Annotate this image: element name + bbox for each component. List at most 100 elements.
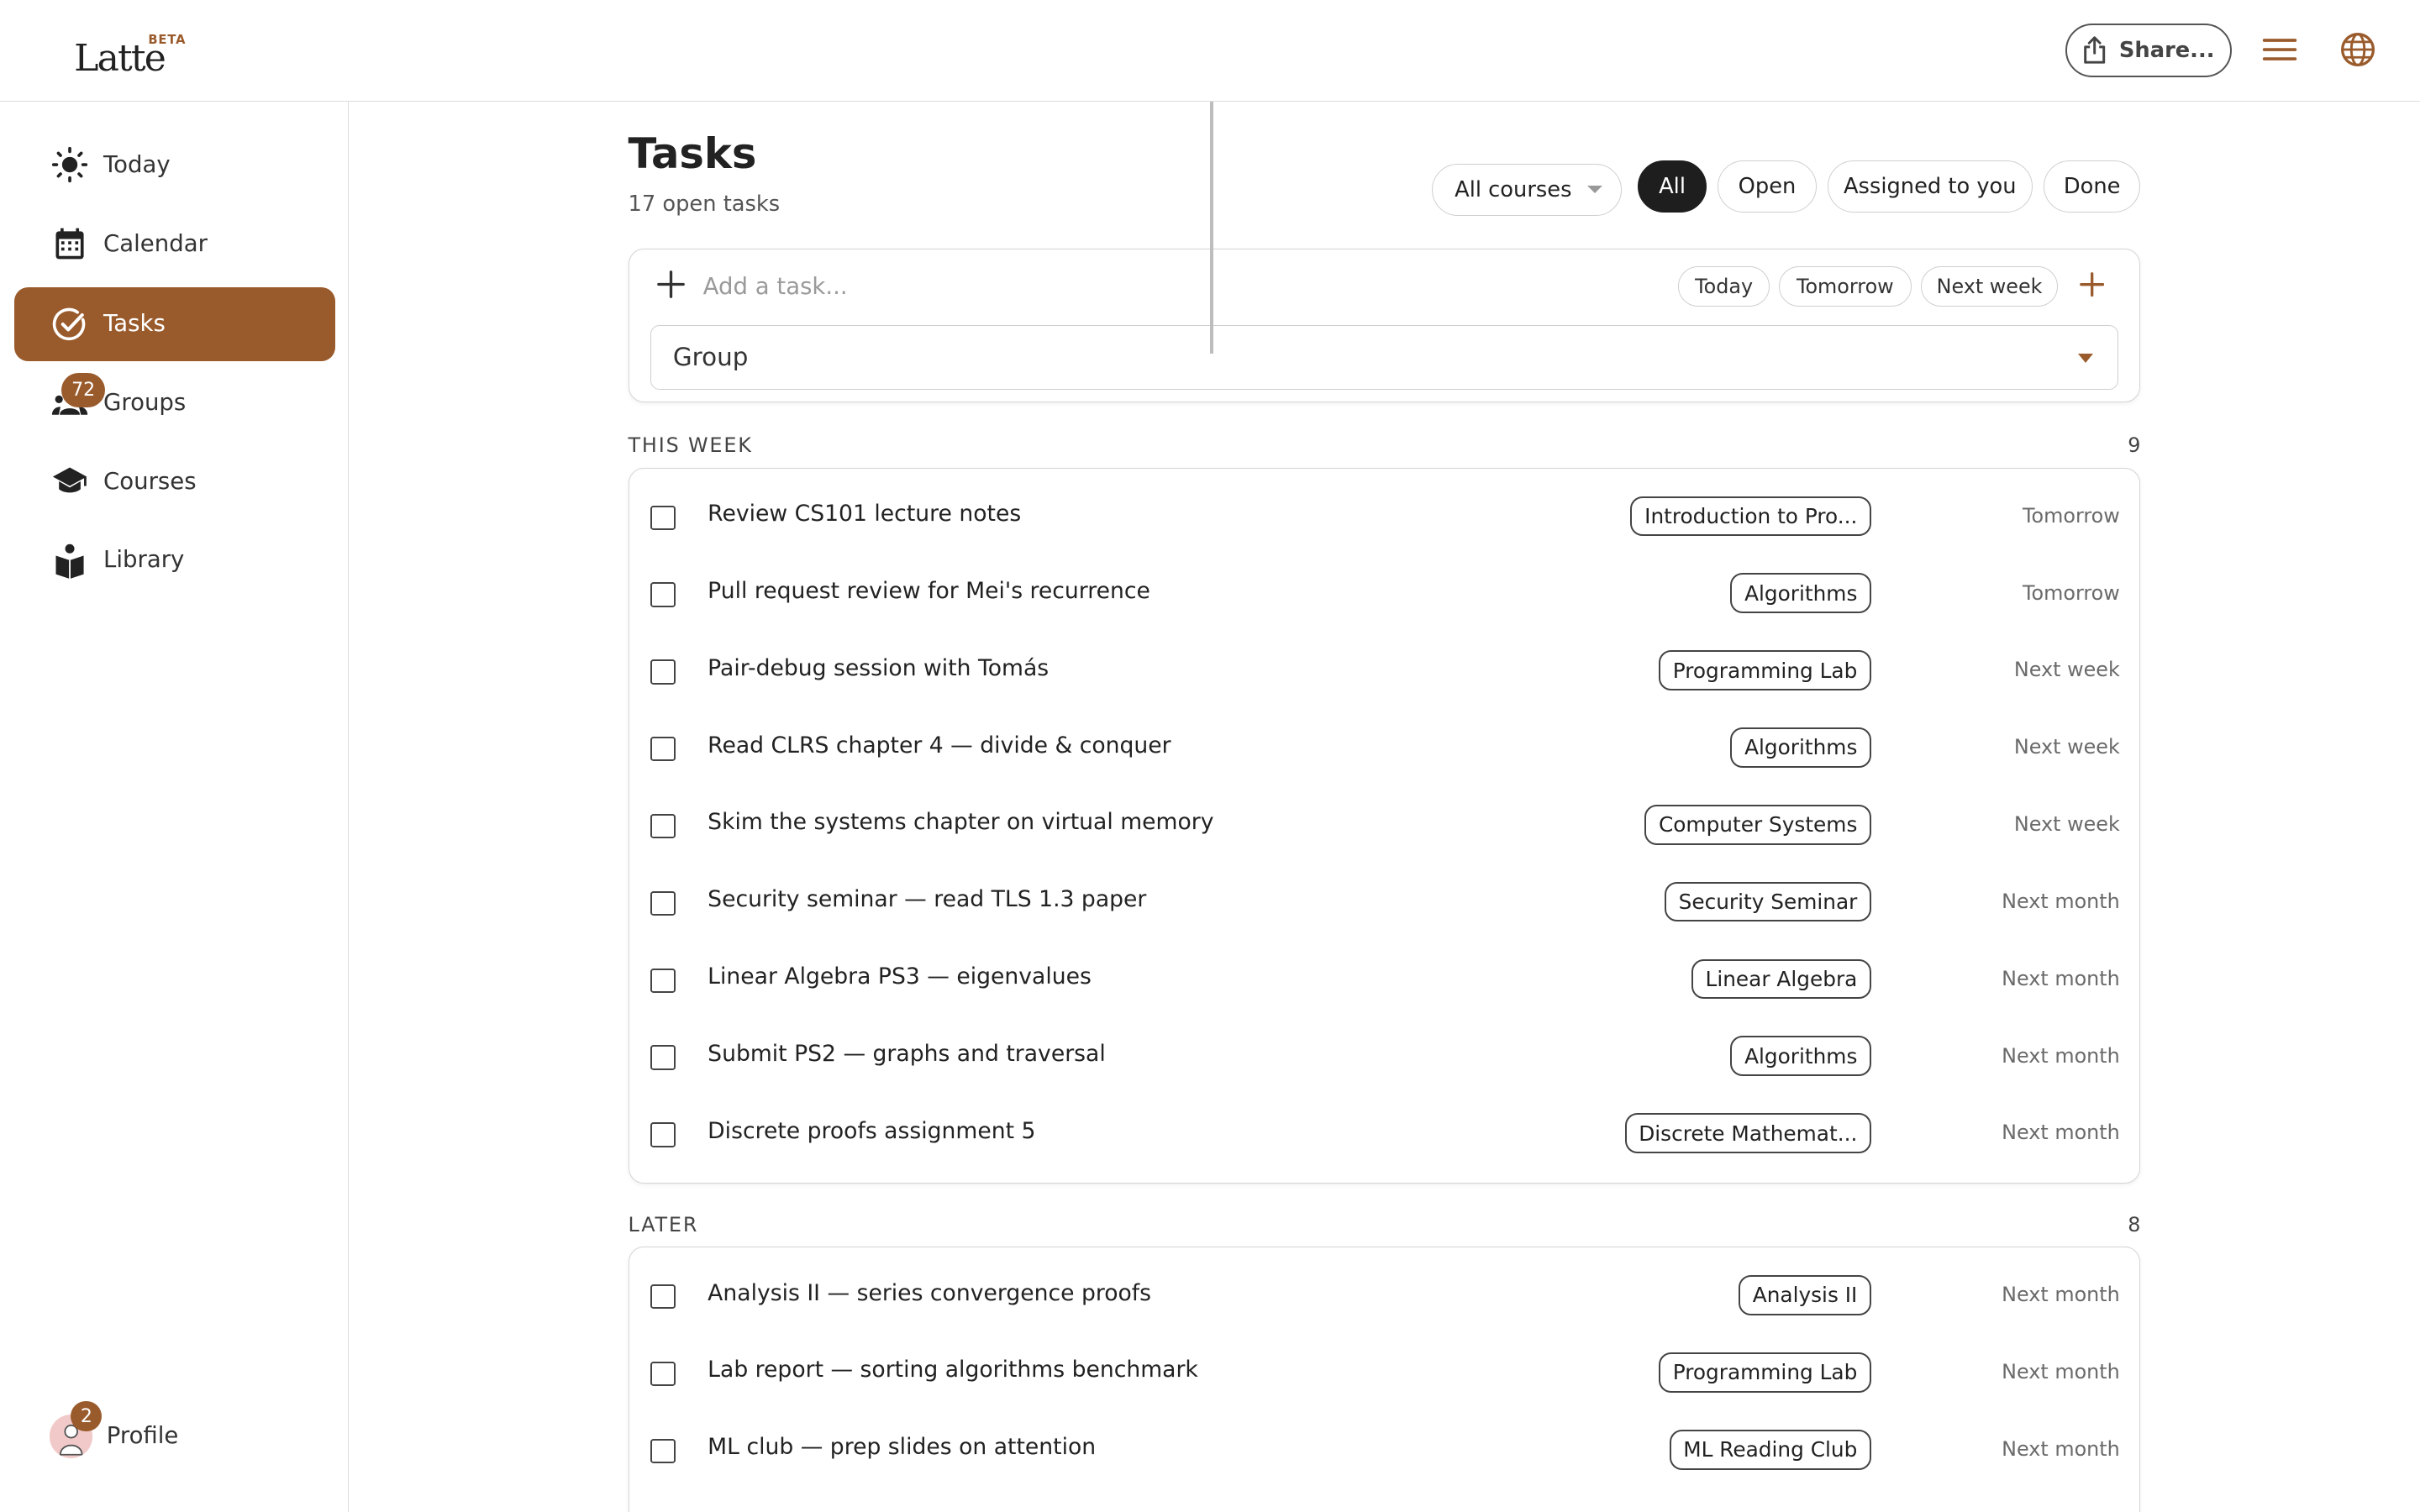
task-due: Next month [2002,1043,2120,1068]
sidebar-item-courses[interactable]: Courses [14,444,335,518]
table-row[interactable]: Skim the systems chapter on virtual memo… [629,786,2140,864]
filter-done-button[interactable]: Done [2043,160,2141,213]
task-checkbox[interactable] [650,1438,676,1464]
task-checkbox[interactable] [650,737,676,762]
task-checkbox[interactable] [650,582,676,607]
app-logo[interactable]: Latte BETA [71,24,209,86]
table-row[interactable]: Read CLRS chapter 4 — divide & conquer A… [629,709,2140,786]
task-title: Analysis II — series convergence proofs [708,1279,1152,1306]
course-tag[interactable]: Introduction to Pro... [1630,496,1872,537]
sidebar: Today Calendar Tasks 72 Groups Courses L… [0,102,350,1512]
due-chip-today[interactable]: Today [1678,265,1770,307]
filter-all-button[interactable]: All [1637,160,1707,213]
task-checkbox[interactable] [650,813,676,839]
table-row[interactable]: Pull request review for Mei's recurrence… [629,554,2140,632]
add-task-input[interactable] [702,265,1568,308]
groups-badge: 72 [61,373,105,407]
section-header-this-week: THIS WEEK 9 [629,433,2141,457]
table-row[interactable]: Security seminar — read TLS 1.3 paper Se… [629,864,2140,941]
chevron-down-icon [1587,186,1603,194]
globe-icon[interactable] [2339,31,2376,68]
sidebar-item-tasks[interactable]: Tasks [13,286,335,361]
sidebar-item-calendar[interactable]: Calendar [14,207,335,281]
table-row[interactable]: ML club — prep slides on attention ML Re… [629,1411,2140,1488]
course-tag[interactable]: Algorithms [1730,727,1872,768]
task-title: Pair-debug session with Tomás [708,654,1050,681]
table-row[interactable]: Review CS101 lecture notes Introduction … [629,478,2140,555]
task-checkbox[interactable] [650,1122,676,1147]
course-tag[interactable]: Algorithms [1730,573,1872,614]
filter-open-button[interactable]: Open [1718,160,1817,213]
share-button[interactable]: Share... [2065,23,2232,77]
divider-line [1209,102,1213,354]
course-tag[interactable]: Security Seminar [1664,881,1872,922]
group-select[interactable]: Group [650,324,2118,390]
menu-icon[interactable] [2261,31,2298,68]
sidebar-item-profile[interactable]: 2 Profile [49,1400,343,1462]
task-due: Next month [2002,966,2120,990]
check-circle-icon [52,307,85,340]
sidebar-item-label: Today [103,150,171,178]
section-title: LATER [628,1212,699,1236]
course-tag[interactable]: Computer Systems [1644,804,1872,845]
task-list-this-week: Review CS101 lecture notes Introduction … [628,467,2141,1184]
task-title: Security seminar — read TLS 1.3 paper [708,886,1147,913]
task-checkbox[interactable] [650,1361,676,1387]
task-title: ML club — prep slides on attention [708,1434,1097,1461]
top-header: Latte BETA Share... [0,0,2420,102]
table-row[interactable]: Linear Algebra PS3 — eigenvalues Linear … [629,941,2140,1018]
task-title: Lab report — sorting algorithms benchmar… [708,1357,1198,1383]
course-tag[interactable]: Programming Lab [1659,1352,1872,1393]
due-chip-next-week[interactable]: Next week [1920,265,2059,307]
task-checkbox[interactable] [650,1284,676,1310]
sidebar-item-label: Library [103,546,185,574]
task-checkbox[interactable] [650,659,676,685]
task-title: Skim the systems chapter on virtual memo… [708,809,1214,836]
book-reader-icon [55,543,84,579]
task-list-later: Analysis II — series convergence proofs … [628,1247,2141,1512]
main-content: Tasks 17 open tasks All courses All Open… [350,102,2420,1512]
plus-icon[interactable] [656,270,685,299]
filter-assigned-button[interactable]: Assigned to you [1827,160,2033,213]
share-label: Share... [2118,37,2215,63]
group-select-value: Group [672,343,749,372]
task-due: Next month [2002,1436,2120,1461]
table-row[interactable]: Pair-debug session with Tomás Programmin… [629,632,2140,709]
task-due: Next month [2002,1360,2120,1384]
add-due-plus-icon[interactable] [2080,272,2105,297]
task-checkbox[interactable] [650,890,676,916]
sun-icon [51,147,87,183]
course-tag[interactable]: ML Reading Club [1669,1429,1872,1470]
task-checkbox[interactable] [650,505,676,530]
course-tag[interactable]: Algorithms [1730,1036,1872,1077]
profile-badge: 2 [71,1400,103,1432]
section-header-later: LATER 8 [629,1213,2141,1236]
sidebar-item-label: Calendar [103,229,208,257]
task-due: Next week [2013,658,2120,682]
table-row[interactable]: Lab report — sorting algorithms benchmar… [629,1334,2140,1411]
task-title: Linear Algebra PS3 — eigenvalues [708,963,1092,990]
course-tag[interactable]: Analysis II [1739,1275,1872,1315]
sidebar-item-groups[interactable]: 72 Groups [14,365,335,439]
sidebar-item-library[interactable]: Library [14,523,335,597]
task-due: Tomorrow [2023,580,2120,605]
table-row[interactable]: Submit PS2 — graphs and traversal Algori… [629,1017,2140,1095]
beta-label: BETA [148,32,187,47]
app-window: Latte BETA Share... Today Calendar Tasks… [0,0,2420,1512]
table-row[interactable]: Discrete proofs assignment 5 Discrete Ma… [629,1095,2140,1172]
due-chip-tomorrow[interactable]: Tomorrow [1778,265,1912,307]
table-row[interactable]: Analysis II — series convergence proofs … [629,1257,2140,1334]
course-tag[interactable]: Programming Lab [1659,650,1872,690]
task-checkbox[interactable] [650,1045,676,1070]
task-due: Next month [2002,889,2120,913]
profile-label: Profile [106,1422,179,1450]
task-title: Review CS101 lecture notes [708,501,1022,528]
task-checkbox[interactable] [650,968,676,993]
course-tag[interactable]: Linear Algebra [1691,958,1872,1000]
sidebar-item-label: Tasks [103,310,166,338]
course-filter-select[interactable]: All courses [1432,163,1623,217]
course-filter-value: All courses [1455,176,1572,202]
course-tag[interactable]: Discrete Mathemat... [1624,1113,1872,1153]
sidebar-item-today[interactable]: Today [14,128,335,202]
section-count: 8 [2128,1212,2141,1236]
